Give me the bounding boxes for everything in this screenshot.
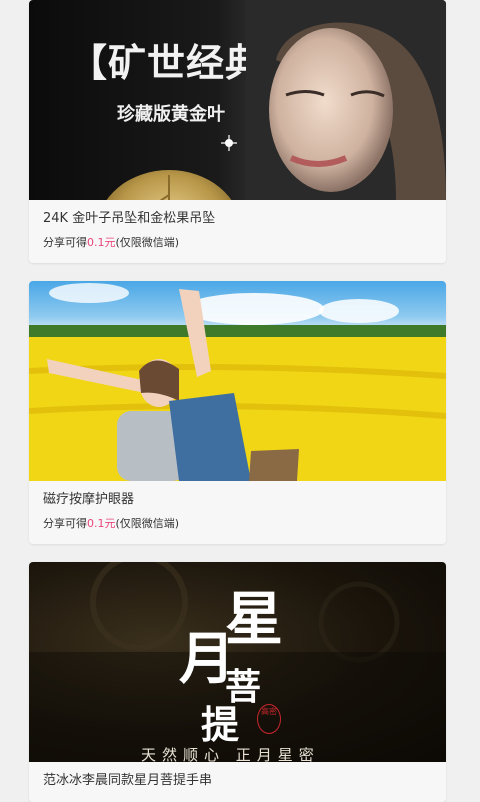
rapeseed-field-scene bbox=[29, 283, 446, 481]
product-title[interactable]: 磁疗按摩护眼器 bbox=[43, 491, 432, 509]
share-prefix: 分享可得 bbox=[43, 236, 87, 249]
share-suffix: (仅限微信端) bbox=[115, 517, 180, 530]
banner-tagline: 天然顺心 正月星密 bbox=[141, 746, 320, 762]
product-info: 范冰冰李晨同款星月菩提手串 bbox=[29, 762, 446, 802]
product-info: 24K 金叶子吊坠和金松果吊坠 分享可得0.1元(仅限微信端) bbox=[29, 200, 446, 263]
product-image-eye-massager[interactable] bbox=[29, 281, 446, 481]
product-feed: 【矿世经典】 珍藏版黄金叶 24K 金叶子吊坠和金松果吊坠 分享可得0.1元(仅… bbox=[0, 0, 480, 802]
product-info: 磁疗按摩护眼器 分享可得0.1元(仅限微信端) bbox=[29, 481, 446, 544]
product-image-gold-leaf[interactable]: 【矿世经典】 珍藏版黄金叶 bbox=[29, 0, 446, 200]
share-prefix: 分享可得 bbox=[43, 517, 87, 530]
share-reward-price: 0.1元 bbox=[87, 517, 116, 530]
product-card-bodhi-bracelet[interactable]: 星 月 菩 提 高密 天然顺心 正月星密 范冰冰李晨同款星月菩提手串 bbox=[29, 562, 446, 802]
share-reward-text: 分享可得0.1元(仅限微信端) bbox=[43, 235, 432, 251]
banner-subline: 珍藏版黄金叶 bbox=[117, 104, 225, 125]
banner-char-ti: 提 bbox=[201, 702, 240, 747]
product-card-eye-massager[interactable]: 磁疗按摩护眼器 分享可得0.1元(仅限微信端) bbox=[29, 281, 446, 544]
seal-stamp: 高密 bbox=[257, 704, 281, 734]
model-portrait bbox=[246, 0, 446, 200]
share-reward-price: 0.1元 bbox=[87, 236, 116, 249]
gold-leaf-icon bbox=[106, 135, 237, 200]
share-suffix: (仅限微信端) bbox=[115, 236, 180, 249]
product-title[interactable]: 范冰冰李晨同款星月菩提手串 bbox=[43, 772, 432, 790]
product-card-gold-leaf-pendant[interactable]: 【矿世经典】 珍藏版黄金叶 24K 金叶子吊坠和金松果吊坠 分享可得0.1元(仅… bbox=[29, 0, 446, 263]
share-reward-text: 分享可得0.1元(仅限微信端) bbox=[43, 516, 432, 532]
product-title[interactable]: 24K 金叶子吊坠和金松果吊坠 bbox=[43, 210, 432, 228]
product-image-bodhi-bracelet[interactable]: 星 月 菩 提 高密 天然顺心 正月星密 bbox=[29, 562, 446, 762]
